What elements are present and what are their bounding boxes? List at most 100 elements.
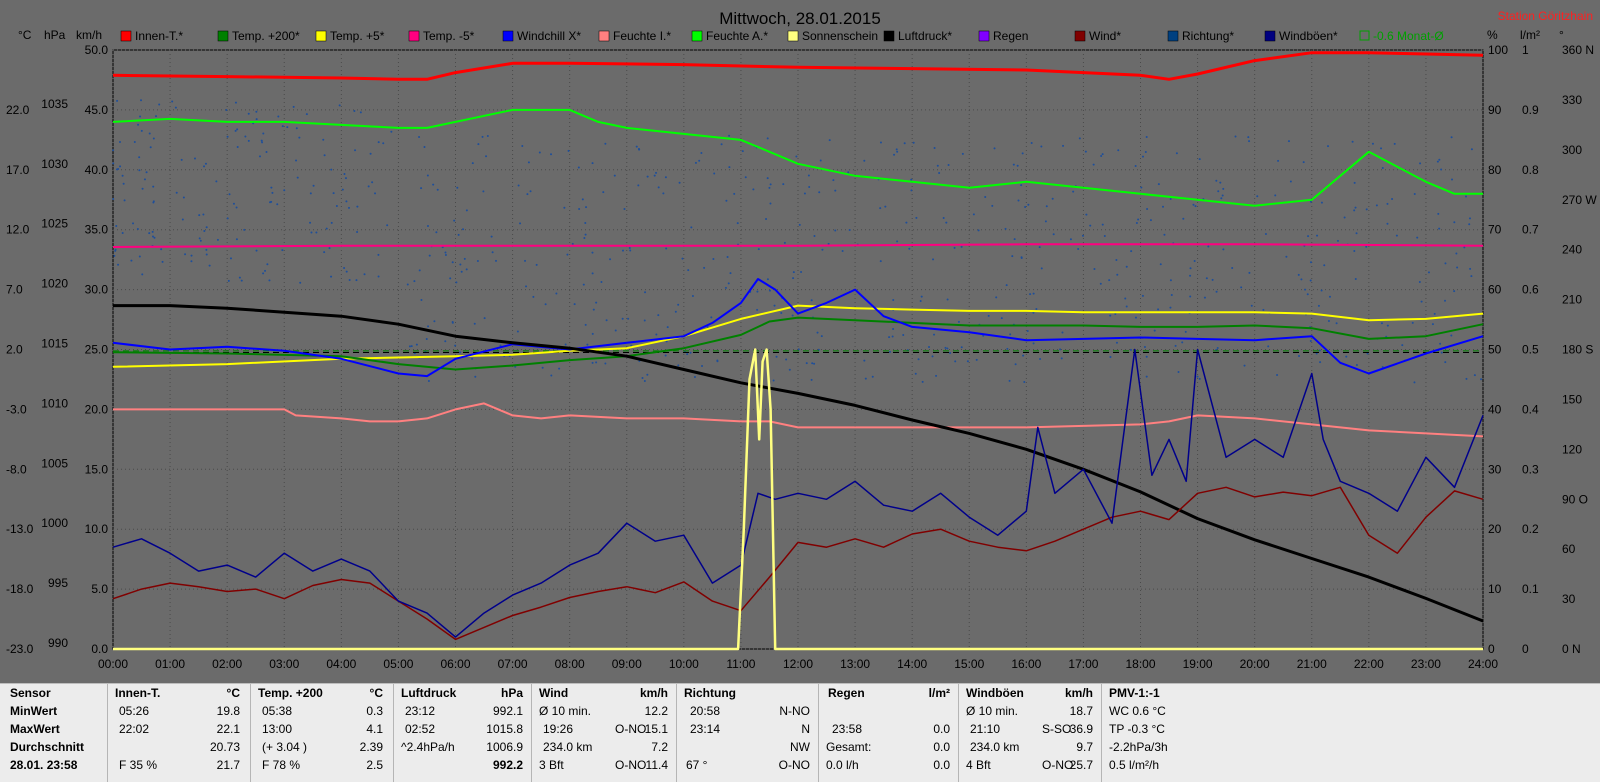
richtung-dot — [1285, 255, 1288, 258]
richtung-dot — [1134, 164, 1137, 167]
richtung-dot — [591, 251, 594, 254]
richtung-dot — [226, 135, 229, 138]
tick-rain: 0.3 — [1522, 462, 1539, 476]
legend-swatch — [1074, 30, 1086, 42]
richtung-dot — [627, 317, 630, 320]
pmv-rain-rate: 0.5 l/m²/h — [1109, 758, 1160, 772]
richtung-dot — [895, 148, 898, 151]
richtung-dot — [1469, 267, 1472, 270]
richtung-dot — [451, 321, 454, 324]
richtung-dot — [215, 180, 218, 183]
richtung-dot — [1320, 201, 1323, 204]
tick-x: 13:00 — [840, 657, 870, 671]
richtung-dot — [1052, 233, 1055, 236]
richtung-dot — [444, 251, 447, 254]
wind-cur-val: 11.4 — [645, 758, 668, 772]
richtung-dot — [713, 172, 716, 175]
richtung-dot — [1184, 330, 1187, 333]
richtung-dot — [621, 317, 624, 320]
richtung-dot — [1216, 347, 1219, 350]
richtung-dot — [1431, 323, 1434, 326]
tick-percent: 70 — [1488, 223, 1502, 237]
richtung-dot — [113, 254, 116, 257]
richtung-dot — [482, 190, 485, 193]
richtung-dot — [143, 178, 146, 181]
tick-speed: 35.0 — [85, 223, 109, 237]
richtung-dot — [264, 269, 267, 272]
richtung-dot — [228, 193, 231, 196]
richtung-dot — [427, 379, 430, 382]
richtung-dot — [689, 351, 692, 354]
richtung-dot — [591, 361, 594, 364]
richtung-dot — [229, 257, 232, 260]
richtung-dot — [602, 191, 605, 194]
richtung-dot — [202, 213, 205, 216]
richtung-dot — [425, 337, 428, 340]
richtung-dot — [664, 354, 667, 357]
tick-percent: 40 — [1488, 402, 1502, 416]
richtung-dot — [1157, 308, 1160, 311]
richtung-dot — [432, 183, 435, 186]
richtung-dot — [1145, 355, 1148, 358]
richtung-dot — [1335, 322, 1338, 325]
wind-dist: 234.0 km — [543, 740, 593, 754]
legend-swatch — [1359, 30, 1370, 41]
richtung-dot — [140, 129, 143, 132]
richtung-dot — [459, 263, 462, 266]
legend-label: Temp. +5* — [330, 29, 385, 43]
richtung-dot — [712, 258, 715, 261]
richtung-dot — [137, 123, 140, 126]
richtung-dot — [152, 200, 155, 203]
tick-x: 19:00 — [1183, 657, 1213, 671]
richtung-dot — [532, 295, 535, 298]
richtung-dot — [1009, 333, 1012, 336]
temp200-min-time: 05:38 — [262, 704, 293, 718]
richtung-dot — [605, 319, 608, 322]
temp200-avg-val: 2.39 — [359, 740, 383, 754]
richtung-dot — [335, 204, 338, 207]
richtung-dot — [975, 358, 978, 361]
label-current: 28.01. 23:58 — [10, 758, 78, 772]
richtung-dot — [184, 253, 187, 256]
richtung-dot — [151, 230, 154, 233]
richtung-dot — [354, 149, 357, 152]
richtung-dot — [204, 162, 207, 165]
richtung-dot — [741, 150, 744, 153]
tick-percent: 90 — [1488, 103, 1502, 117]
innen-max-val: 22.1 — [216, 722, 240, 736]
richtung-dot — [516, 330, 519, 333]
luftdruck-max-val: 1015.8 — [486, 722, 523, 736]
richtung-dot — [591, 332, 594, 335]
richtung-dot — [609, 258, 612, 261]
richtung-dot — [637, 147, 640, 150]
richtung-dot — [1309, 340, 1312, 343]
richtung-dot — [433, 320, 436, 323]
label-min: MinWert — [10, 704, 58, 718]
tick-percent: 30 — [1488, 462, 1502, 476]
richtung-dot — [1427, 271, 1430, 274]
richtung-dot — [377, 141, 380, 144]
panel-col-regen: Regen l/m² 23:58 0.0 Gesamt: 0.0 0.0 l/h 0.0 — [818, 684, 959, 782]
richtung-dot — [471, 357, 474, 360]
richtung-dot — [1465, 377, 1468, 380]
richtung-max-time: 23:14 — [690, 722, 721, 736]
richtung-dot — [1215, 179, 1218, 182]
richtung-dot — [139, 115, 142, 118]
richtung-dot — [255, 110, 258, 113]
richtung-dot — [933, 147, 936, 150]
richtung-dot — [726, 255, 729, 258]
richtung-dot — [1125, 265, 1128, 268]
richtung-dot — [567, 149, 570, 152]
richtung-dot — [686, 353, 689, 356]
richtung-dot — [1247, 136, 1250, 139]
richtung-dot — [1219, 181, 1222, 184]
richtung-max-val: N — [801, 722, 810, 736]
tick-percent: 10 — [1488, 582, 1502, 596]
legend-label: Windböen* — [1279, 29, 1338, 43]
richtung-dot — [664, 176, 667, 179]
richtung-dot — [1032, 342, 1035, 345]
richtung-dot — [1196, 375, 1199, 378]
richtung-dot — [136, 228, 139, 231]
richtung-dot — [1380, 147, 1383, 150]
pmv-header: PMV-1:-1 — [1109, 686, 1160, 700]
